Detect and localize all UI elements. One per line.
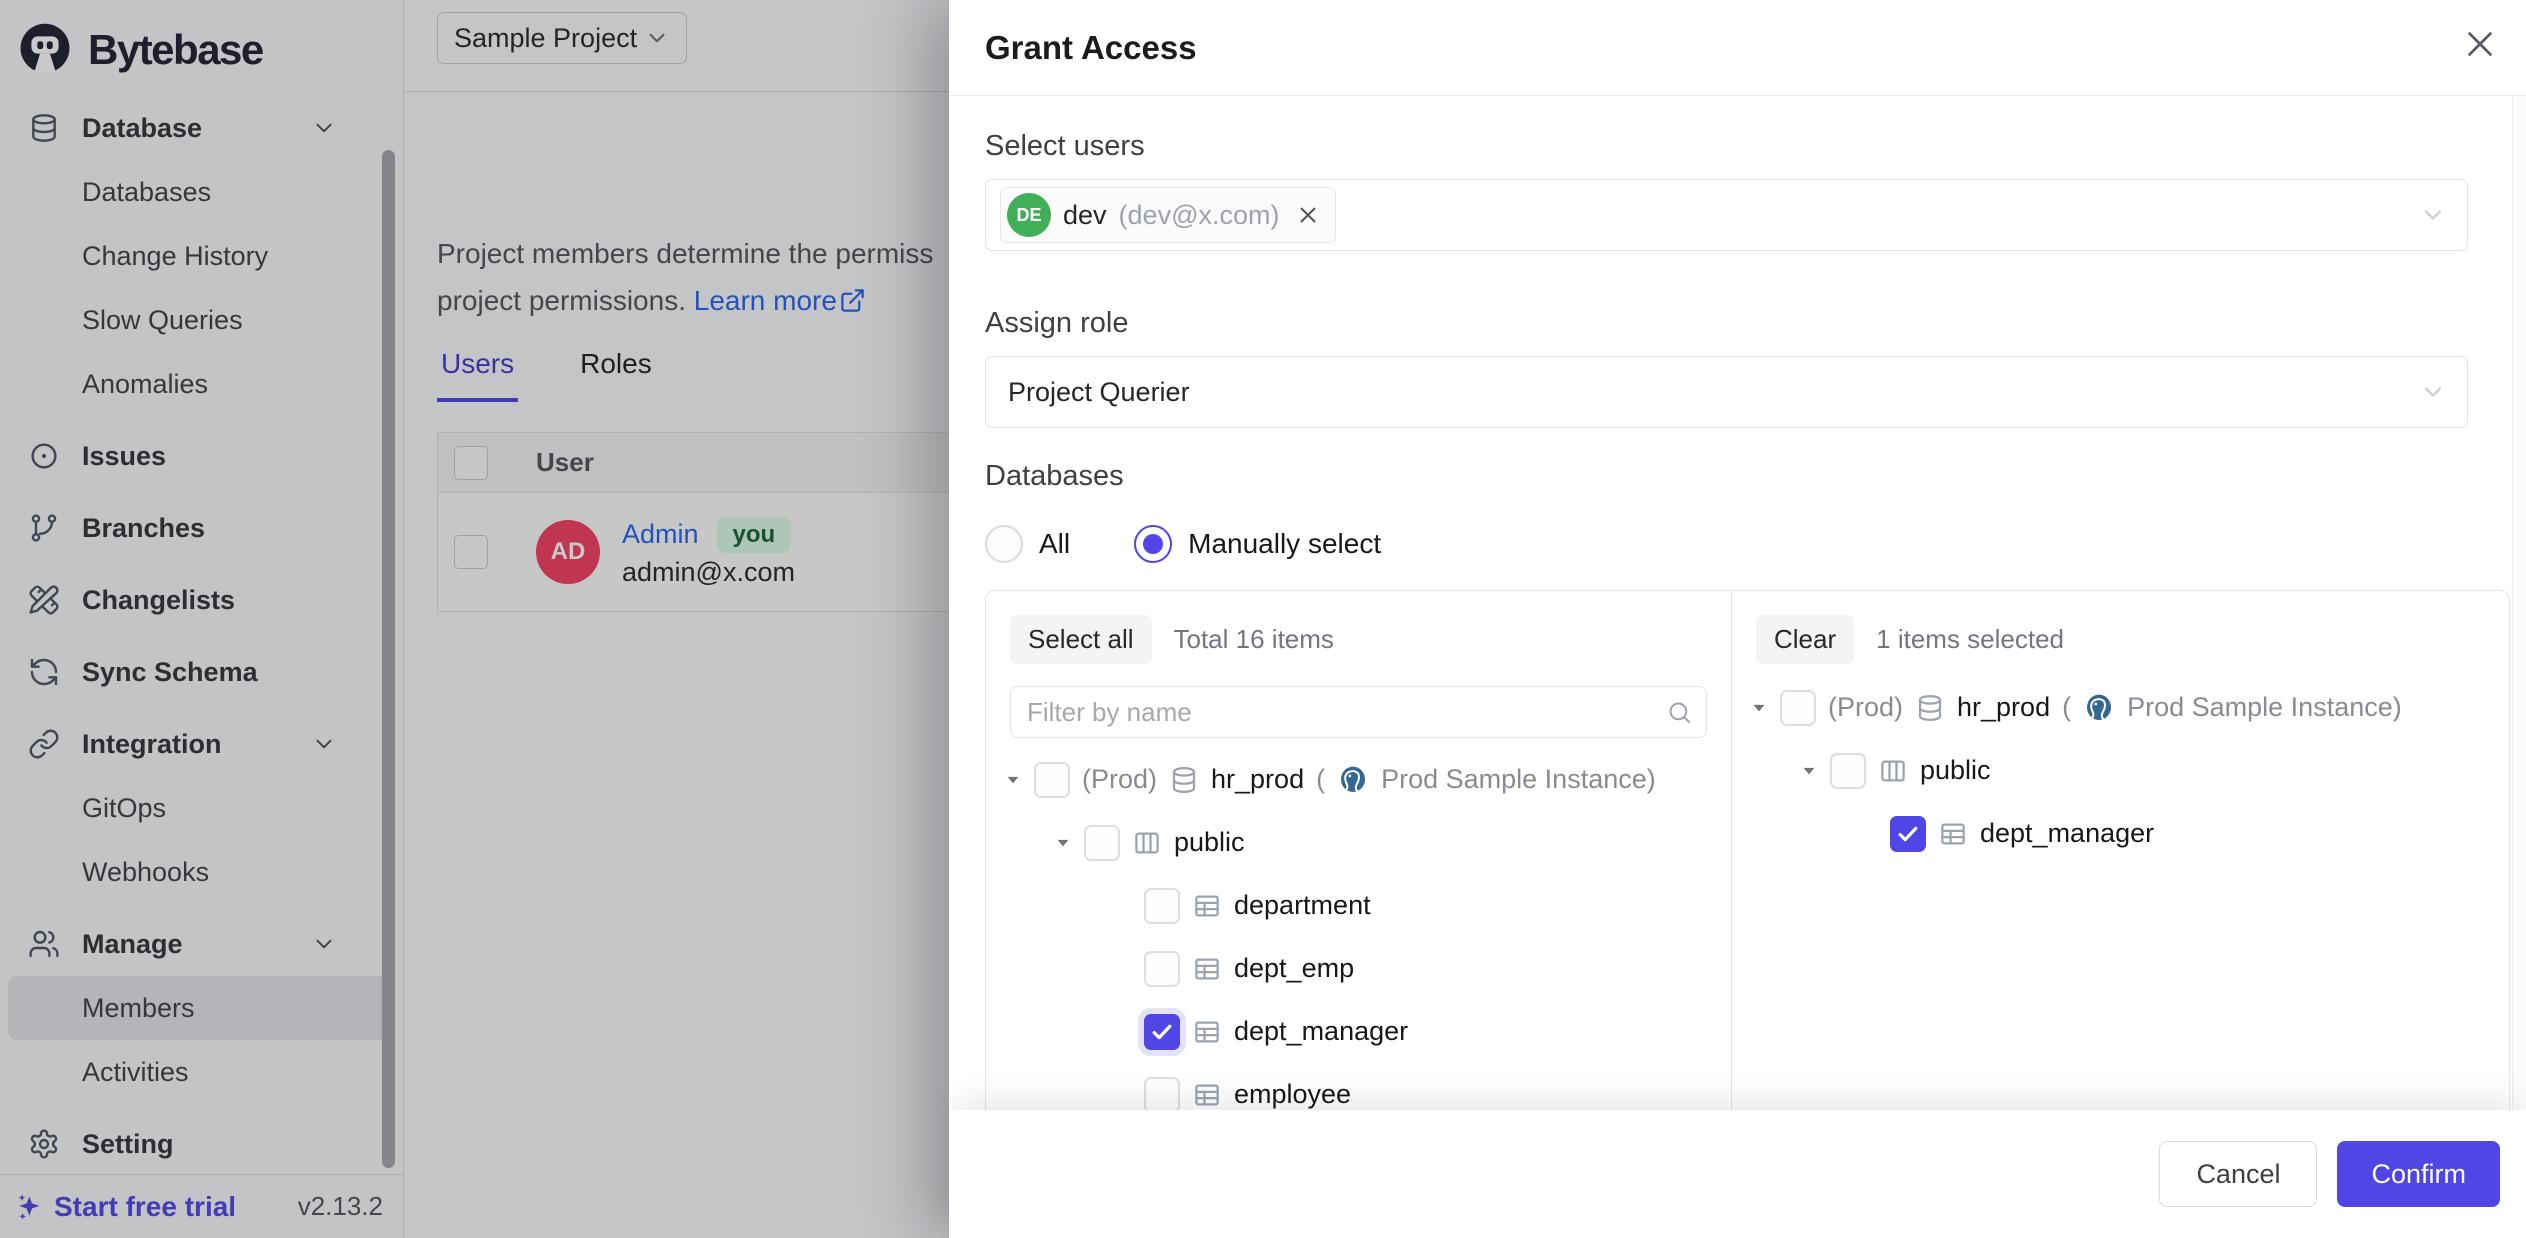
modal-header: Grant Access — [949, 0, 2526, 96]
radio-manually-select[interactable]: Manually select — [1134, 525, 1381, 563]
instance-name: Prod Sample Instance) — [2127, 692, 2402, 723]
selected-user-chip: DE dev (dev@x.com) — [1000, 187, 1336, 243]
checkbox[interactable] — [1144, 951, 1180, 987]
tree-node-public[interactable]: public — [986, 811, 1731, 874]
confirm-button[interactable]: Confirm — [2337, 1141, 2500, 1207]
table-icon — [1192, 891, 1222, 921]
modal-footer: Cancel Confirm — [949, 1110, 2526, 1238]
postgresql-icon — [2083, 692, 2115, 724]
checkbox[interactable] — [1830, 753, 1866, 789]
modal-fields: Select users DE dev (dev@x.com) Assign — [985, 130, 2468, 563]
table-name: dept_manager — [1234, 1016, 1408, 1047]
clear-button[interactable]: Clear — [1756, 615, 1854, 664]
table-icon — [1192, 954, 1222, 984]
source-tree: (Prod) hr_prod ( Prod Sample Instance) publi… — [986, 748, 1731, 1126]
environment-label: (Prod) — [1828, 692, 1903, 723]
user-chip-name: dev — [1063, 200, 1107, 231]
radio-all-control[interactable] — [985, 525, 1023, 563]
radio-manually-select-control[interactable] — [1134, 525, 1172, 563]
checkbox[interactable] — [1034, 762, 1070, 798]
cancel-button[interactable]: Cancel — [2159, 1141, 2317, 1207]
table-name: department — [1234, 890, 1371, 921]
checkbox[interactable] — [1890, 816, 1926, 852]
caret-down-icon[interactable] — [1800, 762, 1818, 780]
table-icon — [1192, 1080, 1222, 1110]
tree-node-dept-manager[interactable]: dept_manager — [986, 1000, 1731, 1063]
total-items-label: Total 16 items — [1174, 624, 1334, 655]
instance-paren: ( — [2062, 692, 2071, 723]
databases-label: Databases — [985, 460, 2468, 493]
search-icon — [1666, 699, 1693, 726]
remove-user-icon[interactable] — [1295, 202, 1321, 228]
checkbox[interactable] — [1780, 690, 1816, 726]
schema-icon — [1878, 756, 1908, 786]
database-icon — [1915, 693, 1945, 723]
modal-body: Select users DE dev (dev@x.com) Assign — [949, 96, 2526, 1238]
radio-all[interactable]: All — [985, 525, 1070, 563]
caret-down-icon[interactable] — [1054, 834, 1072, 852]
tree-node-hr-prod[interactable]: (Prod) hr_prod ( Prod Sample Instance) — [986, 748, 1731, 811]
tree-node-hr-prod[interactable]: (Prod) hr_prod ( Prod Sample Instance) — [1732, 676, 2509, 739]
table-name: employee — [1234, 1079, 1351, 1110]
close-icon[interactable] — [2462, 26, 2498, 62]
schema-name: public — [1174, 827, 1245, 858]
assign-role-label: Assign role — [985, 307, 2468, 340]
checkbox[interactable] — [1144, 888, 1180, 924]
selected-toolbar: Clear 1 items selected — [1732, 591, 2509, 674]
tree-node-dept-emp[interactable]: dept_emp — [986, 937, 1731, 1000]
filter-input[interactable] — [1010, 686, 1707, 738]
checkbox[interactable] — [1144, 1077, 1180, 1113]
instance-paren: ( — [1316, 764, 1325, 795]
chevron-down-icon — [2419, 378, 2447, 406]
assign-role-value: Project Querier — [1008, 377, 1190, 408]
environment-label: (Prod) — [1082, 764, 1157, 795]
user-chip-email: (dev@x.com) — [1119, 200, 1280, 231]
modal-title: Grant Access — [985, 29, 1197, 67]
select-users-combobox[interactable]: DE dev (dev@x.com) — [985, 179, 2468, 251]
source-toolbar: Select all Total 16 items — [986, 591, 1731, 674]
assign-role-select[interactable]: Project Querier — [985, 356, 2468, 428]
select-users-label: Select users — [985, 130, 2468, 163]
selected-count-label: 1 items selected — [1876, 624, 2064, 655]
select-all-button[interactable]: Select all — [1010, 615, 1152, 664]
caret-down-icon[interactable] — [1750, 699, 1768, 717]
table-name: dept_emp — [1234, 953, 1354, 984]
table-name: dept_manager — [1980, 818, 2154, 849]
database-icon — [1169, 765, 1199, 795]
app-root: Bytebase DatabaseDatabasesChange History… — [0, 0, 2526, 1238]
radio-manually-select-label: Manually select — [1188, 528, 1381, 560]
filter-field — [1010, 686, 1707, 738]
schema-name: public — [1920, 755, 1991, 786]
table-icon — [1938, 819, 1968, 849]
postgresql-icon — [1337, 764, 1369, 796]
checkbox[interactable] — [1084, 825, 1120, 861]
table-icon — [1192, 1017, 1222, 1047]
modal-scrollbar-gutter[interactable] — [2512, 96, 2526, 1238]
tree-node-public[interactable]: public — [1732, 739, 2509, 802]
database-name: hr_prod — [1957, 692, 2050, 723]
checkbox[interactable] — [1144, 1014, 1180, 1050]
selected-tree: (Prod) hr_prod ( Prod Sample Instance) publi… — [1732, 676, 2509, 865]
database-name: hr_prod — [1211, 764, 1304, 795]
user-chip-avatar: DE — [1007, 193, 1051, 237]
database-scope-radios: All Manually select — [985, 525, 2468, 563]
tree-node-department[interactable]: department — [986, 874, 1731, 937]
tree-node-dept-manager[interactable]: dept_manager — [1732, 802, 2509, 865]
schema-icon — [1132, 828, 1162, 858]
caret-down-icon[interactable] — [1004, 771, 1022, 789]
chevron-down-icon — [2419, 201, 2447, 229]
grant-access-modal: Grant Access Select users DE dev (dev@x.… — [949, 0, 2526, 1238]
instance-name: Prod Sample Instance) — [1381, 764, 1656, 795]
radio-all-label: All — [1039, 528, 1070, 560]
